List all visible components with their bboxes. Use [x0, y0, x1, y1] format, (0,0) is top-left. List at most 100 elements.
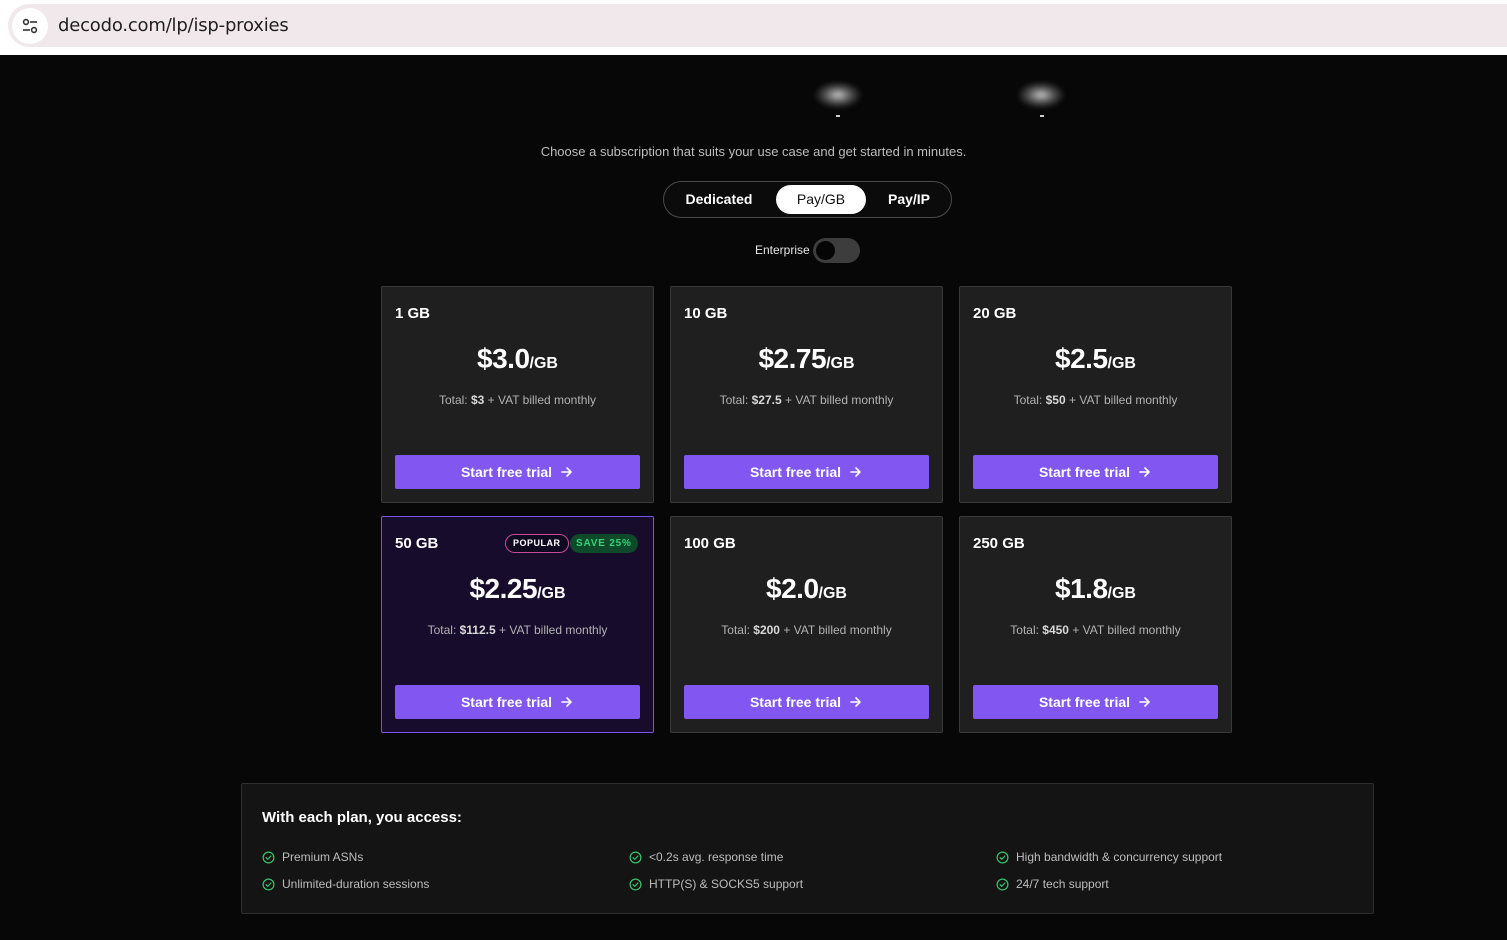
start-free-trial-button[interactable]: Start free trial — [684, 455, 929, 489]
total-prefix: Total: — [438, 393, 471, 407]
plan-size: 20 GB — [973, 305, 1017, 322]
plan-size: 10 GB — [684, 305, 728, 322]
feature-item: <0.2s avg. response time — [629, 850, 783, 864]
url-text[interactable]: decodo.com/lp/isp-proxies — [58, 15, 289, 36]
feature-label: Unlimited-duration sessions — [282, 877, 430, 891]
cta-label: Start free trial — [1038, 694, 1131, 710]
tab-dedicated[interactable]: Dedicated — [668, 185, 770, 214]
tab-pay-per-gb[interactable]: Pay/GB — [776, 185, 866, 214]
total-prefix: Total: — [427, 623, 460, 637]
plan-size: 50 GB — [395, 535, 439, 552]
plan-size: 100 GB — [684, 535, 736, 552]
browser-toolbar: decodo.com/lp/isp-proxies — [0, 0, 1507, 55]
total-amount: $27.5 — [751, 393, 782, 407]
price-unit: /GB — [1107, 355, 1136, 372]
start-free-trial-button[interactable]: Start free trial — [973, 455, 1218, 489]
price-unit: /GB — [1107, 585, 1136, 602]
total-prefix: Total: — [721, 623, 754, 637]
cta-label: Start free trial — [749, 464, 842, 480]
price-unit: /GB — [818, 585, 847, 602]
arrow-right-icon — [850, 697, 861, 707]
total-amount: $3 — [470, 393, 485, 407]
total-suffix: + VAT billed monthly — [1065, 393, 1178, 407]
check-circle-icon — [996, 878, 1009, 890]
total-prefix: Total: — [1010, 623, 1043, 637]
features-title: With each plan, you access: — [262, 809, 462, 826]
page-subtitle: Choose a subscription that suits your us… — [540, 144, 967, 159]
feature-item: HTTP(S) & SOCKS5 support — [629, 877, 803, 891]
feature-item: 24/7 tech support — [996, 877, 1109, 891]
check-circle-icon — [996, 851, 1009, 863]
feature-item: High bandwidth & concurrency support — [996, 850, 1222, 864]
total-amount: $112.5 — [459, 623, 496, 637]
plan-card-100gb: 100 GB $2.0/GB Total: $200 + VAT billed … — [670, 516, 943, 733]
plan-card-250gb: 250 GB $1.8/GB Total: $450 + VAT billed … — [959, 516, 1232, 733]
arrow-right-icon — [850, 467, 861, 477]
price-unit: /GB — [537, 585, 566, 602]
plan-price: $2.5/GB — [960, 343, 1231, 375]
price-amount: $2.75 — [758, 343, 827, 374]
start-free-trial-button[interactable]: Start free trial — [684, 685, 929, 719]
cta-label: Start free trial — [460, 464, 553, 480]
price-amount: $1.8 — [1055, 573, 1108, 604]
plan-price: $2.0/GB — [671, 573, 942, 605]
plan-price: $2.75/GB — [671, 343, 942, 375]
plan-features-panel: With each plan, you access: Premium ASNs… — [241, 783, 1374, 914]
plan-card-10gb: 10 GB $2.75/GB Total: $27.5 + VAT billed… — [670, 286, 943, 503]
feature-item: Premium ASNs — [262, 850, 363, 864]
plan-total: Total: $450 + VAT billed monthly — [960, 623, 1231, 637]
price-amount: $2.0 — [766, 573, 819, 604]
plan-card-20gb: 20 GB $2.5/GB Total: $50 + VAT billed mo… — [959, 286, 1232, 503]
cta-label: Start free trial — [749, 694, 842, 710]
plan-total: Total: $112.5 + VAT billed monthly — [382, 623, 653, 637]
price-amount: $3.0 — [477, 343, 530, 374]
arrow-right-icon — [1139, 467, 1150, 477]
enterprise-label: Enterprise — [755, 243, 810, 257]
start-free-trial-button[interactable]: Start free trial — [395, 455, 640, 489]
check-circle-icon — [629, 878, 642, 890]
feature-label: High bandwidth & concurrency support — [1016, 850, 1223, 864]
feature-label: Premium ASNs — [282, 850, 364, 864]
check-circle-icon — [262, 851, 275, 863]
feature-label: HTTP(S) & SOCKS5 support — [649, 877, 804, 891]
popular-badge: POPULAR — [505, 534, 569, 553]
address-bar[interactable]: decodo.com/lp/isp-proxies — [8, 4, 1507, 47]
plan-size: 1 GB — [395, 305, 431, 322]
blurred-heading-dash — [836, 115, 840, 117]
plan-total: Total: $50 + VAT billed monthly — [960, 393, 1231, 407]
start-free-trial-button[interactable]: Start free trial — [973, 685, 1218, 719]
site-info-button[interactable] — [12, 7, 48, 44]
total-suffix: + VAT billed monthly — [781, 393, 894, 407]
cta-label: Start free trial — [460, 694, 553, 710]
tune-icon — [22, 18, 38, 33]
start-free-trial-button[interactable]: Start free trial — [395, 685, 640, 719]
blurred-heading-mark — [815, 82, 861, 108]
arrow-right-icon — [1139, 697, 1150, 707]
enterprise-toggle[interactable] — [813, 238, 860, 263]
plan-price: $3.0/GB — [382, 343, 653, 375]
price-unit: /GB — [826, 355, 855, 372]
total-suffix: + VAT billed monthly — [495, 623, 608, 637]
total-amount: $200 — [753, 623, 780, 637]
total-suffix: + VAT billed monthly — [1068, 623, 1181, 637]
toggle-knob — [816, 241, 835, 260]
feature-item: Unlimited-duration sessions — [262, 877, 429, 891]
check-circle-icon — [262, 878, 275, 890]
blurred-heading-mark — [1018, 82, 1064, 108]
plan-card-50gb: 50 GB POPULAR SAVE 25% $2.25/GB Total: $… — [381, 516, 654, 733]
plan-card-1gb: 1 GB $3.0/GB Total: $3 + VAT billed mont… — [381, 286, 654, 503]
plan-price: $1.8/GB — [960, 573, 1231, 605]
plan-total: Total: $27.5 + VAT billed monthly — [671, 393, 942, 407]
total-suffix: + VAT billed monthly — [779, 623, 892, 637]
plan-size: 250 GB — [973, 535, 1025, 552]
total-suffix: + VAT billed monthly — [484, 393, 597, 407]
arrow-right-icon — [561, 467, 572, 477]
total-prefix: Total: — [719, 393, 752, 407]
arrow-right-icon — [561, 697, 572, 707]
pricing-mode-tabs: Dedicated Pay/GB Pay/IP — [663, 181, 952, 218]
plan-total: Total: $200 + VAT billed monthly — [671, 623, 942, 637]
tab-pay-per-ip[interactable]: Pay/IP — [870, 185, 948, 214]
price-unit: /GB — [529, 355, 558, 372]
price-amount: $2.5 — [1055, 343, 1108, 374]
feature-label: <0.2s avg. response time — [649, 850, 784, 864]
